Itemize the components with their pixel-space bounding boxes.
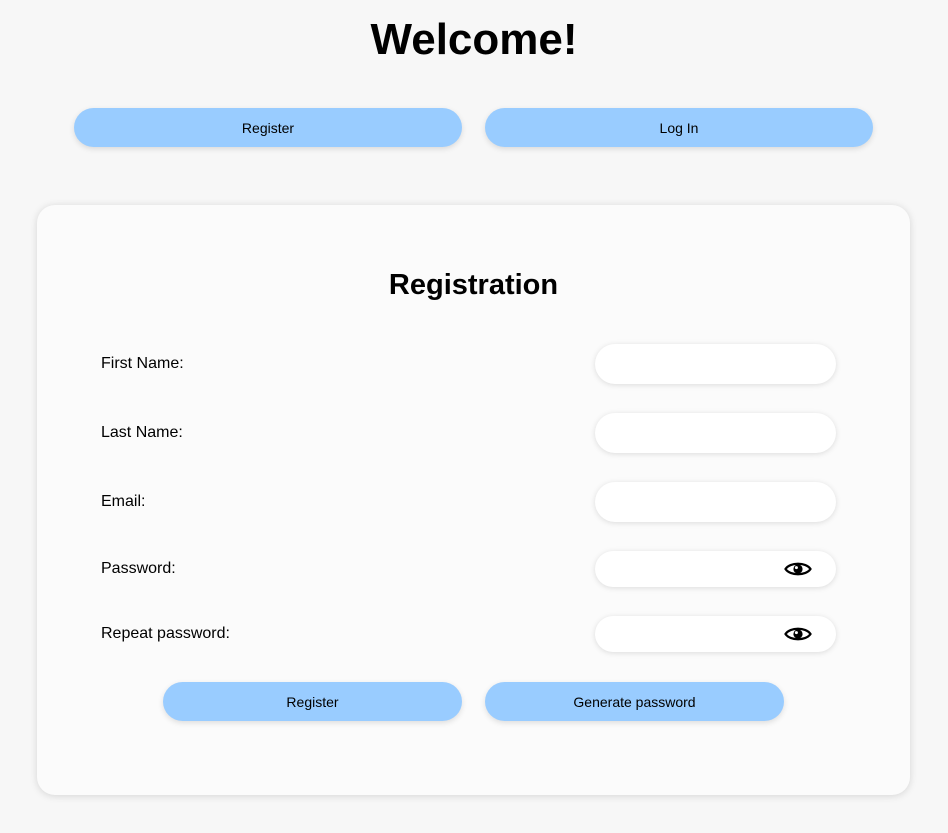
registration-card: Registration First Name: Last Name: Emai…	[37, 205, 910, 795]
last-name-input[interactable]	[595, 413, 807, 453]
last-name-field	[595, 413, 836, 453]
page: Welcome! Register Log In Registration Fi…	[0, 0, 948, 833]
first-name-label: First Name:	[101, 355, 184, 372]
registration-title: Registration	[388, 269, 559, 301]
eye-icon[interactable]	[784, 625, 812, 643]
first-name-input[interactable]	[595, 344, 807, 384]
password-input[interactable]	[595, 551, 807, 587]
email-label: Email:	[101, 493, 146, 510]
register-submit-button[interactable]: Register	[163, 682, 462, 721]
email-field	[595, 482, 836, 522]
repeat-password-input[interactable]	[595, 616, 807, 652]
generate-password-button[interactable]: Generate password	[485, 682, 784, 721]
last-name-label: Last Name:	[101, 424, 183, 441]
nav-login-button[interactable]: Log In	[485, 108, 873, 147]
repeat-password-field	[595, 616, 836, 652]
eye-icon[interactable]	[784, 560, 812, 578]
nav-register-button[interactable]: Register	[74, 108, 462, 147]
page-title: Welcome!	[370, 15, 578, 64]
password-label: Password:	[101, 560, 176, 577]
email-input[interactable]	[595, 482, 807, 522]
first-name-field	[595, 344, 836, 384]
repeat-password-label: Repeat password:	[101, 625, 230, 642]
password-field	[595, 551, 836, 587]
